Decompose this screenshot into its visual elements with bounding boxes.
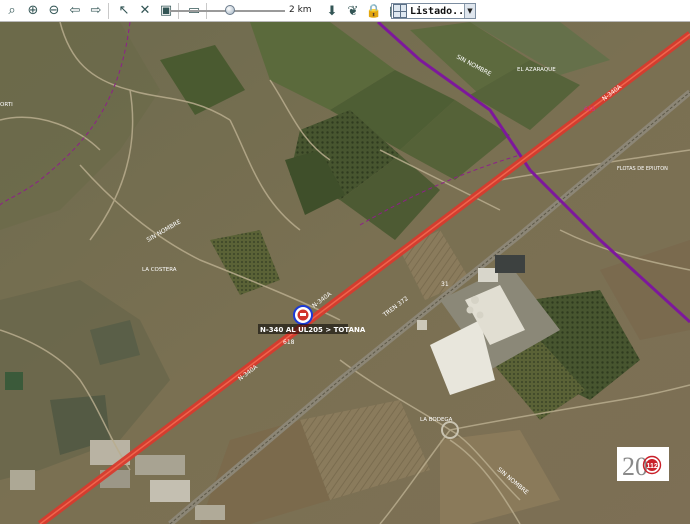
place-label: EL AZARAQUE (517, 67, 556, 73)
back-arrow-icon[interactable]: ⇦ (66, 2, 84, 20)
listing-dropdown[interactable]: Listado... ▼ (391, 3, 476, 19)
emergency-112-logo: 20 112 (617, 447, 669, 481)
chevron-down-icon[interactable]: ▼ (464, 4, 475, 18)
place-label: FLOTAS DE EPIUTON (617, 166, 668, 172)
measure-icon[interactable]: ✕ (136, 2, 154, 20)
place-label: LA BODEGA (420, 417, 453, 423)
place-label: ORTI (0, 102, 13, 108)
zoom-out-icon[interactable]: ⊖ (45, 2, 63, 20)
listing-dropdown-value: Listado... (410, 5, 464, 17)
logo-badge: 112 (647, 463, 658, 470)
place-label: LA COSTERA (142, 267, 177, 273)
emergency-112-logo-graphic: 20 112 (622, 452, 662, 480)
scale-label: 2 km (289, 5, 312, 15)
water-pond (5, 372, 23, 390)
km-marker: 618 (283, 339, 295, 346)
lock-icon[interactable]: 🔒 (365, 2, 383, 20)
incident-label-text: N-340 AL UL205 > TOTANA (260, 326, 366, 334)
pointer-icon[interactable]: ↖ (115, 2, 133, 20)
zoom-scale-thumb[interactable] (225, 5, 235, 15)
pin-down-icon[interactable]: ⬇ (323, 2, 341, 20)
map-view[interactable]: SIN NOMBRE EL AZARAQUE SIN NOMBRE LA COS… (0, 22, 690, 524)
zoom-extents-icon[interactable]: ⌕ (3, 2, 21, 20)
map-toolbar: ⌕⊕⊖⇦⇨↖✕▣▭ 2 km ⬇❦🔒▦ Listado... ▼ (0, 0, 690, 22)
incident-marker[interactable] (293, 305, 313, 325)
list-grid-icon (393, 4, 407, 18)
vegetation-icon[interactable]: ❦ (344, 2, 362, 20)
km-marker: 31 (441, 281, 449, 288)
forward-arrow-icon[interactable]: ⇨ (87, 2, 105, 20)
km-marker: 615 (584, 106, 596, 113)
incident-label: N-340 AL UL205 > TOTANA (258, 324, 366, 334)
satellite-map[interactable]: SIN NOMBRE EL AZARAQUE SIN NOMBRE LA COS… (0, 22, 690, 524)
toolbar-separator (108, 2, 109, 19)
zoom-in-icon[interactable]: ⊕ (24, 2, 42, 20)
